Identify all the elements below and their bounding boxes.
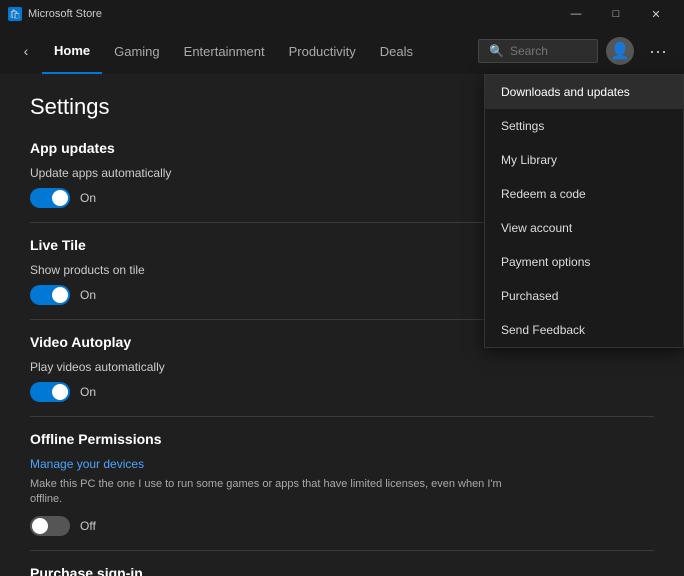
close-button[interactable]: ✕ xyxy=(636,0,676,28)
nav-deals[interactable]: Deals xyxy=(368,28,425,74)
section-purchase-signin: Purchase sign-in I want to buy without a… xyxy=(30,565,654,576)
nav-right: 🔍 👤 ··· xyxy=(478,35,674,67)
nav-entertainment[interactable]: Entertainment xyxy=(172,28,277,74)
dropdown-menu: Downloads and updates Settings My Librar… xyxy=(484,74,684,348)
navbar: ‹ Home Gaming Entertainment Productivity… xyxy=(0,28,684,74)
toggle-text-live-tile: On xyxy=(80,288,96,302)
toggle-offline[interactable] xyxy=(30,516,70,536)
section-offline-permissions: Offline Permissions Manage your devices … xyxy=(30,431,654,536)
titlebar: 🛍 Microsoft Store — □ ✕ xyxy=(0,0,684,28)
nav-gaming[interactable]: Gaming xyxy=(102,28,172,74)
dropdown-item-settings[interactable]: Settings xyxy=(485,109,683,143)
main-area: Settings App updates Update apps automat… xyxy=(0,74,684,576)
more-button[interactable]: ··· xyxy=(642,35,674,67)
toggle-row-video-autoplay: On xyxy=(30,382,654,402)
dropdown-item-view-account[interactable]: View account xyxy=(485,211,683,245)
divider-3 xyxy=(30,416,654,417)
section-title-purchase-signin: Purchase sign-in xyxy=(30,565,654,576)
dropdown-item-send-feedback[interactable]: Send Feedback xyxy=(485,313,683,347)
toggle-row-offline: Off xyxy=(30,516,654,536)
maximize-button[interactable]: □ xyxy=(596,0,636,28)
dropdown-item-downloads-updates[interactable]: Downloads and updates xyxy=(485,75,683,109)
nav-productivity[interactable]: Productivity xyxy=(277,28,368,74)
search-input[interactable] xyxy=(510,44,590,58)
search-box[interactable]: 🔍 xyxy=(478,39,598,63)
toggle-text-update-apps: On xyxy=(80,191,96,205)
toggle-update-apps[interactable] xyxy=(30,188,70,208)
manage-devices-link[interactable]: Manage your devices xyxy=(30,457,654,471)
search-icon: 🔍 xyxy=(489,44,504,58)
minimize-button[interactable]: — xyxy=(556,0,596,28)
titlebar-controls: — □ ✕ xyxy=(556,0,676,28)
dropdown-item-my-library[interactable]: My Library xyxy=(485,143,683,177)
dropdown-item-redeem-code[interactable]: Redeem a code xyxy=(485,177,683,211)
toggle-text-offline: Off xyxy=(80,519,96,533)
titlebar-left: 🛍 Microsoft Store xyxy=(8,7,102,21)
back-icon: ‹ xyxy=(24,43,29,59)
offline-info-text: Make this PC the one I use to run some g… xyxy=(30,477,510,508)
more-icon: ··· xyxy=(649,41,667,62)
app-title: Microsoft Store xyxy=(28,8,102,20)
toggle-live-tile[interactable] xyxy=(30,285,70,305)
back-button[interactable]: ‹ xyxy=(10,35,42,67)
app-icon: 🛍 xyxy=(8,7,22,21)
avatar[interactable]: 👤 xyxy=(606,37,634,65)
dropdown-item-purchased[interactable]: Purchased xyxy=(485,279,683,313)
nav-home[interactable]: Home xyxy=(42,28,102,74)
label-play-videos: Play videos automatically xyxy=(30,360,654,374)
toggle-text-video-autoplay: On xyxy=(80,385,96,399)
toggle-video-autoplay[interactable] xyxy=(30,382,70,402)
divider-4 xyxy=(30,550,654,551)
section-title-offline: Offline Permissions xyxy=(30,431,654,447)
dropdown-item-payment-options[interactable]: Payment options xyxy=(485,245,683,279)
